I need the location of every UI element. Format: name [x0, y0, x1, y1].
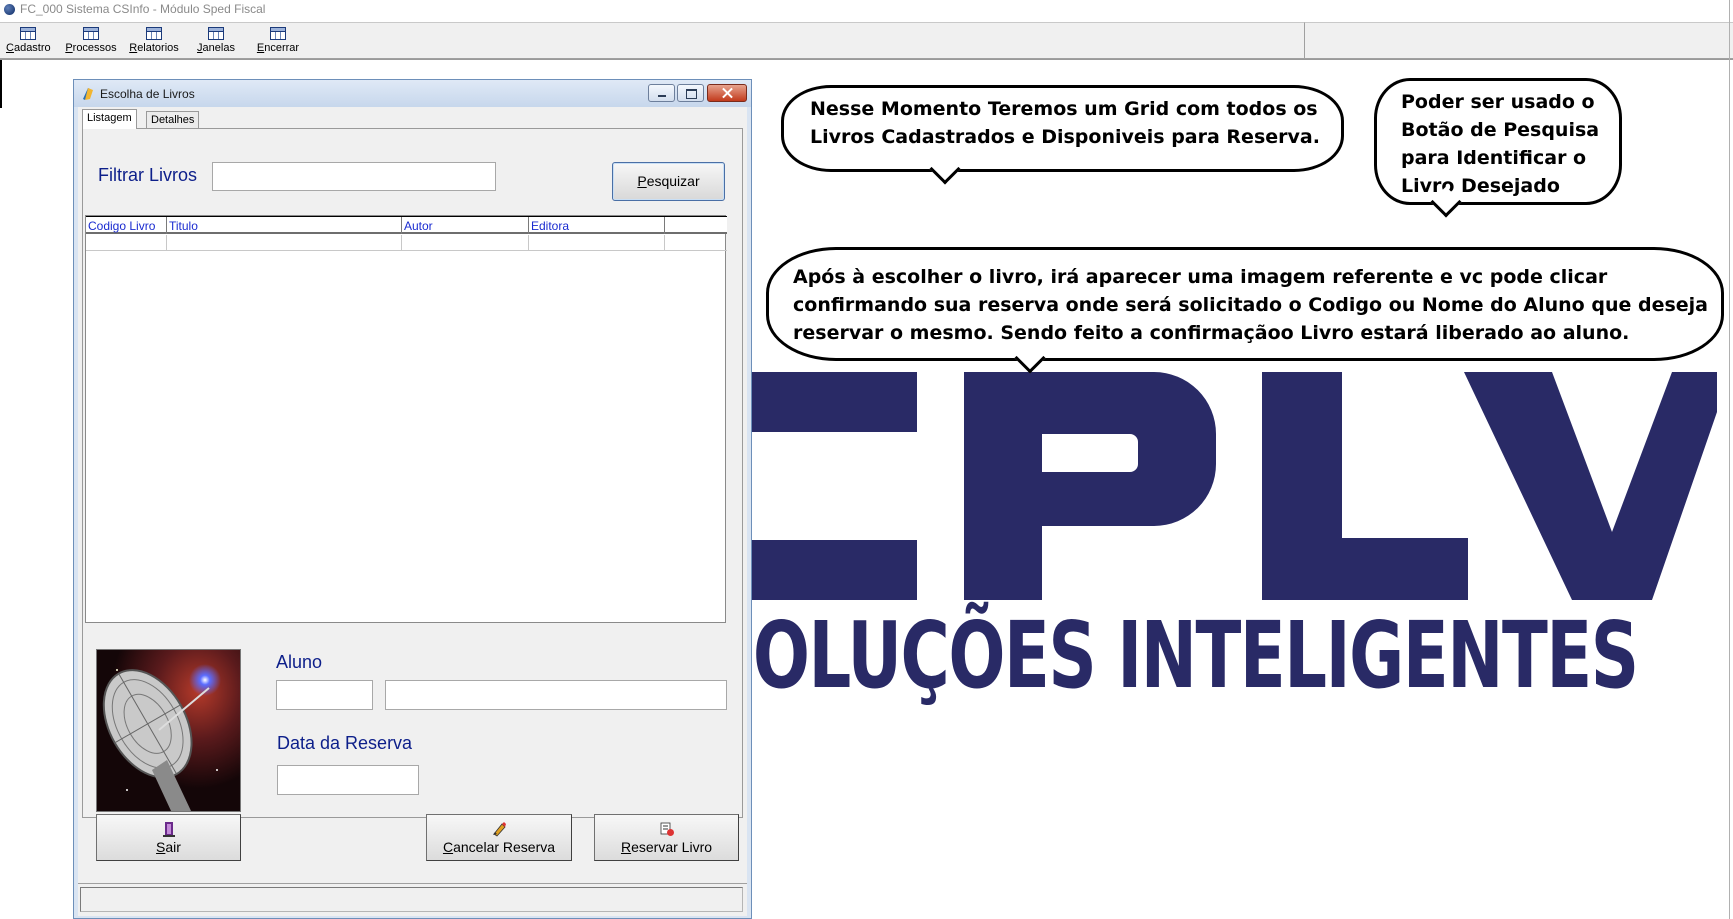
toolbar-item-label: Janelas [197, 42, 235, 54]
callout-tail [929, 153, 961, 185]
data-reserva-label: Data da Reserva [277, 733, 413, 753]
table-row[interactable] [86, 235, 727, 251]
logo-tagline-text: SOLUÇÕES INTELIGENTES [752, 602, 1639, 709]
exit-door-icon [162, 822, 175, 837]
toolbar-processos-button[interactable]: Processos [64, 25, 118, 57]
toolbar-empty-area [1305, 22, 1733, 59]
toolbar-encerrar-button[interactable]: Encerrar [254, 25, 302, 57]
livros-grid[interactable]: Codigo Livro Titulo Autor Editora [85, 215, 727, 623]
grid-cell [402, 235, 529, 251]
toolbar-item-label: Processos [65, 42, 117, 54]
grid-column-titulo[interactable]: Titulo [167, 217, 402, 234]
close-button[interactable] [707, 84, 747, 102]
dialog-client-area: Listagem Detalhes Filtrar Livros Pesquiz… [78, 107, 747, 916]
callout-grid-note: Nesse Momento Teremos um Grid com todos … [781, 85, 1344, 185]
toolbar-cadastro-button[interactable]: Cadastro [6, 25, 51, 57]
toolbar-janelas-button[interactable]: Janelas [194, 25, 238, 57]
eraser-pencil-icon [493, 822, 506, 837]
callout-text: Nesse Momento Teremos um Grid com todos … [810, 98, 1320, 148]
dialog-title: Escolha de Livros [100, 87, 195, 101]
aluno-name-input[interactable] [385, 680, 727, 710]
cancelar-reserva-button[interactable]: Cancelar Reserva [426, 814, 572, 861]
aluno-code-input[interactable] [276, 680, 373, 710]
window-right-edge [1729, 0, 1730, 919]
book-app-icon [83, 88, 93, 100]
aluno-label: Aluno [276, 652, 323, 672]
sair-button[interactable]: Sair [96, 814, 241, 861]
toolbar-relatorios-button[interactable]: Relatorios [128, 25, 180, 57]
app-title: FC_000 Sistema CSInfo - Módulo Sped Fisc… [20, 2, 266, 16]
cancelar-reserva-label: Cancelar Reserva [442, 839, 556, 855]
grid-cell [167, 235, 402, 251]
cplv-wordmark [752, 372, 1717, 600]
callout-tail [1014, 342, 1046, 374]
main-toolbar: Cadastro Processos Relatorios Janelas En… [0, 22, 1305, 59]
reservar-livro-button[interactable]: Reservar Livro [594, 814, 739, 861]
satellite-dish-image [97, 650, 240, 811]
callout-text: Após à escolher o livro, irá aparecer um… [793, 266, 1708, 344]
toolbar-item-label: Encerrar [256, 42, 300, 54]
status-bar [78, 883, 747, 915]
callout-search-note: Poder ser usado o Botão de Pesquisa para… [1374, 78, 1622, 218]
table-icon [20, 27, 36, 40]
pesquizar-button[interactable]: Pesquizar [612, 162, 725, 201]
book-cover-image [96, 649, 241, 812]
table-icon [208, 27, 224, 40]
callout-reserve-note: Após à escolher o livro, irá aparecer um… [766, 247, 1724, 374]
filtrar-livros-input[interactable] [212, 162, 496, 191]
status-bar-panel [80, 887, 743, 912]
maximize-button[interactable] [677, 84, 704, 102]
table-icon [270, 27, 286, 40]
grid-cell [529, 235, 665, 251]
minimize-button[interactable] [648, 84, 675, 102]
escolha-livros-dialog: Escolha de Livros Listagem Detalhes Filt… [73, 79, 752, 919]
table-icon [83, 27, 99, 40]
dialog-titlebar[interactable]: Escolha de Livros [74, 80, 751, 107]
toolbar-item-label: Relatorios [129, 42, 179, 54]
reservar-livro-label: Reservar Livro [620, 839, 713, 855]
grid-header: Codigo Livro Titulo Autor Editora [86, 216, 727, 234]
mdi-left-edge [0, 60, 2, 108]
table-icon [146, 27, 162, 40]
app-icon [4, 4, 15, 15]
toolbar-item-label: Cadastro [6, 42, 51, 54]
filtrar-livros-label: Filtrar Livros [98, 165, 198, 185]
sair-button-label: Sair [156, 839, 181, 855]
logo-tagline: SOLUÇÕES INTELIGENTES [752, 596, 1717, 716]
callout-text: Poder ser usado o Botão de Pesquisa para… [1401, 91, 1600, 197]
tab-detalhes[interactable]: Detalhes [146, 111, 200, 129]
grid-column-codigo-livro[interactable]: Codigo Livro [86, 217, 167, 234]
grid-column-editora[interactable]: Editora [529, 217, 665, 234]
data-reserva-input[interactable] [277, 765, 419, 795]
grid-cell [86, 235, 167, 251]
book-reserve-icon [660, 822, 674, 836]
mdi-divider [0, 59, 1733, 60]
app-titlebar: FC_000 Sistema CSInfo - Módulo Sped Fisc… [0, 0, 1733, 18]
cplv-logo [752, 372, 1717, 600]
grid-column-autor[interactable]: Autor [402, 217, 529, 234]
tab-listagem[interactable]: Listagem [82, 109, 137, 129]
